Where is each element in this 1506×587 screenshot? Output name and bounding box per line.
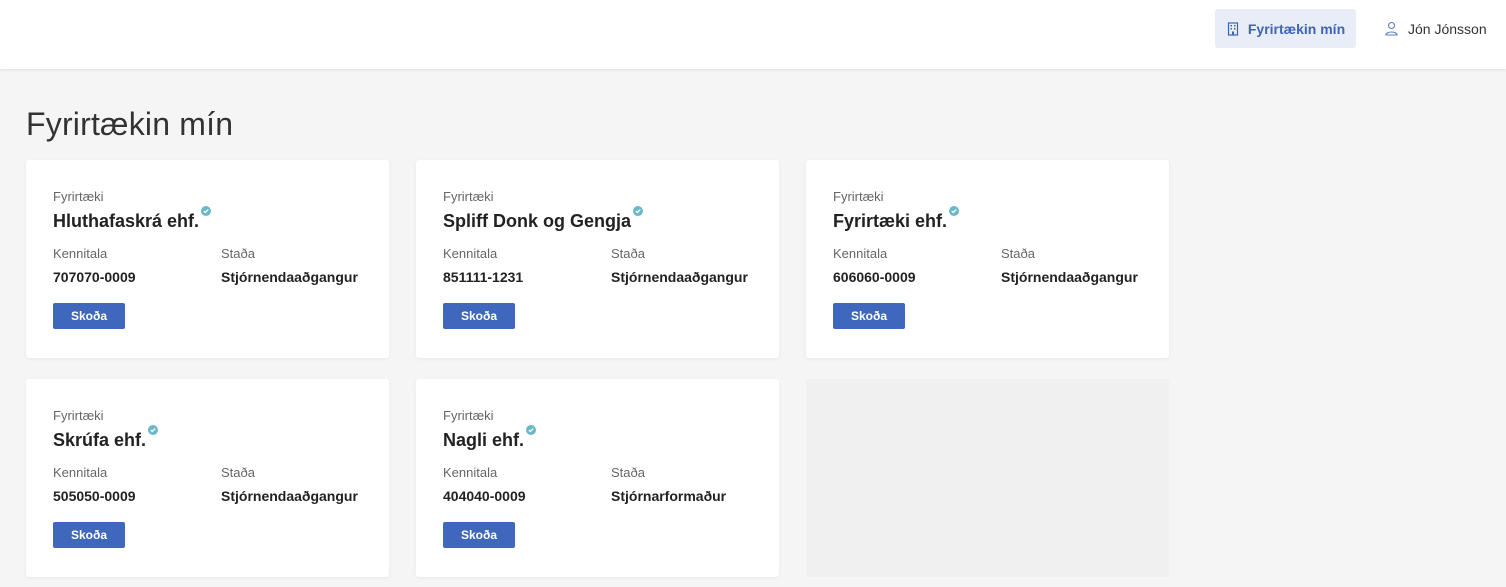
view-company-button[interactable]: Skoða <box>833 303 905 329</box>
id-label: Kennitala <box>443 465 498 480</box>
verified-check-icon <box>633 206 643 216</box>
verified-check-icon <box>148 425 159 435</box>
company-card: Fyrirtæki Fyrirtæki ehf. Kennitala 60606… <box>806 160 1169 358</box>
id-column: Kennitala 404040-0009 <box>443 465 611 505</box>
id-label: Kennitala <box>53 465 108 480</box>
company-name-row: Fyrirtæki ehf. <box>833 206 960 231</box>
company-status: Stjórnendaaðgangur <box>221 269 358 285</box>
status-column: Staða Stjórnendaaðgangur <box>221 465 362 505</box>
id-column: Kennitala 505050-0009 <box>53 465 221 505</box>
company-name: Nagli ehf. <box>443 430 525 450</box>
verified-check-icon <box>526 425 537 435</box>
status-label: Staða <box>221 246 255 261</box>
id-column: Kennitala 851111-1231 <box>443 246 611 286</box>
page-title: Fyrirtækin mín <box>26 106 234 142</box>
company-status: Stjórnarformaður <box>611 488 727 504</box>
company-info-row: Kennitala 404040-0009 Staða Stjórnarform… <box>443 465 752 505</box>
company-info-row: Kennitala 851111-1231 Staða Stjórnendaað… <box>443 246 752 286</box>
id-column: Kennitala 606060-0009 <box>833 246 1001 286</box>
company-card: Fyrirtæki Skrúfa ehf. Kennitala 505050-0… <box>26 379 389 577</box>
view-company-button[interactable]: Skoða <box>53 522 125 548</box>
view-company-button[interactable]: Skoða <box>443 522 515 548</box>
company-info-row: Kennitala 606060-0009 Staða Stjórnendaað… <box>833 246 1142 286</box>
building-icon <box>1227 21 1238 36</box>
verified-check-icon <box>201 206 212 216</box>
status-column: Staða Stjórnendaaðgangur <box>1001 246 1142 286</box>
company-name: Fyrirtæki ehf. <box>833 211 948 231</box>
status-label: Staða <box>1001 246 1035 261</box>
id-label: Kennitala <box>443 246 498 261</box>
company-name: Skrúfa ehf. <box>53 430 147 450</box>
verified-check-icon <box>949 206 960 216</box>
company-card: Fyrirtæki Hluthafaskrá ehf. Kennitala 70… <box>26 160 389 358</box>
company-name-row: Nagli ehf. <box>443 425 537 450</box>
company-id: 851111-1231 <box>443 269 524 285</box>
my-companies-nav-label: Fyrirtækin mín <box>1247 20 1346 37</box>
company-name: Spliff Donk og Gengja <box>443 211 631 231</box>
company-card: Fyrirtæki Spliff Donk og Gengja Kennital… <box>416 160 779 358</box>
company-status: Stjórnendaaðgangur <box>611 269 748 285</box>
company-id: 404040-0009 <box>443 488 526 504</box>
company-label: Fyrirtæki <box>833 189 884 204</box>
company-name-row: Hluthafaskrá ehf. <box>53 206 212 231</box>
company-id: 606060-0009 <box>833 269 916 285</box>
company-info-row: Kennitala 505050-0009 Staða Stjórnendaað… <box>53 465 362 505</box>
company-label: Fyrirtæki <box>53 189 104 204</box>
company-label: Fyrirtæki <box>53 408 104 423</box>
status-label: Staða <box>221 465 255 480</box>
status-column: Staða Stjórnarformaður <box>611 465 752 505</box>
company-status: Stjórnendaaðgangur <box>1001 269 1138 285</box>
view-company-button[interactable]: Skoða <box>443 303 515 329</box>
empty-card-placeholder <box>806 379 1169 577</box>
id-column: Kennitala 707070-0009 <box>53 246 221 286</box>
top-bar: Fyrirtækin mín Jón Jónsson <box>0 0 1506 69</box>
id-label: Kennitala <box>53 246 108 261</box>
company-status: Stjórnendaaðgangur <box>221 488 358 504</box>
my-companies-nav-button[interactable]: Fyrirtækin mín <box>1215 9 1356 48</box>
company-id: 505050-0009 <box>53 488 136 504</box>
company-info-row: Kennitala 707070-0009 Staða Stjórnendaað… <box>53 246 362 286</box>
view-company-button[interactable]: Skoða <box>53 303 125 329</box>
company-card: Fyrirtæki Nagli ehf. Kennitala 404040-00… <box>416 379 779 577</box>
company-name: Hluthafaskrá ehf. <box>53 211 200 231</box>
user-menu[interactable]: Jón Jónsson <box>1384 9 1487 48</box>
status-label: Staða <box>611 246 645 261</box>
company-grid: Fyrirtæki Hluthafaskrá ehf. Kennitala 70… <box>26 160 1169 577</box>
company-name-row: Spliff Donk og Gengja <box>443 206 643 231</box>
company-label: Fyrirtæki <box>443 189 494 204</box>
status-column: Staða Stjórnendaaðgangur <box>611 246 752 286</box>
status-column: Staða Stjórnendaaðgangur <box>221 246 362 286</box>
user-name: Jón Jónsson <box>1408 20 1487 37</box>
user-icon <box>1385 21 1398 36</box>
company-name-row: Skrúfa ehf. <box>53 425 159 450</box>
status-label: Staða <box>611 465 645 480</box>
company-label: Fyrirtæki <box>443 408 494 423</box>
id-label: Kennitala <box>833 246 888 261</box>
company-id: 707070-0009 <box>53 269 136 285</box>
